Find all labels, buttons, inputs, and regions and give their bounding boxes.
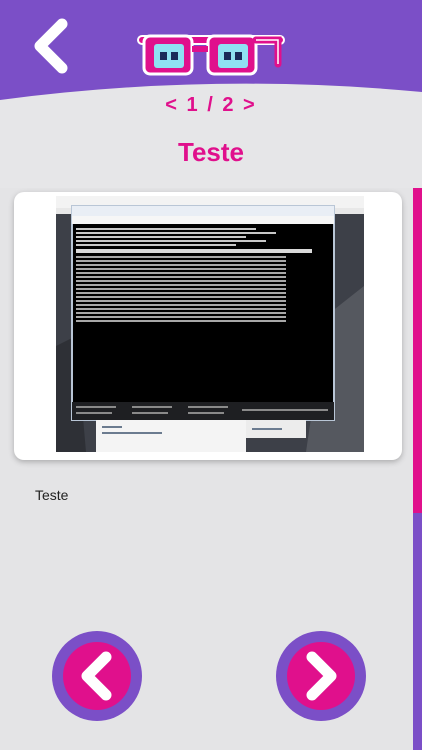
glasses-logo-icon <box>136 30 286 80</box>
previous-button[interactable] <box>52 631 142 721</box>
back-button[interactable] <box>28 18 74 74</box>
scrollbar-thumb[interactable] <box>413 188 422 513</box>
terminal-screenshot-image <box>56 196 364 452</box>
page-indicator[interactable]: < 1 / 2 > <box>0 94 422 117</box>
page-title: Teste <box>178 137 244 167</box>
chevron-left-icon <box>81 651 112 701</box>
chevron-left-icon <box>34 18 68 74</box>
chevron-right-icon <box>306 651 337 701</box>
image-caption: Teste <box>35 487 69 503</box>
next-button[interactable] <box>276 631 366 721</box>
